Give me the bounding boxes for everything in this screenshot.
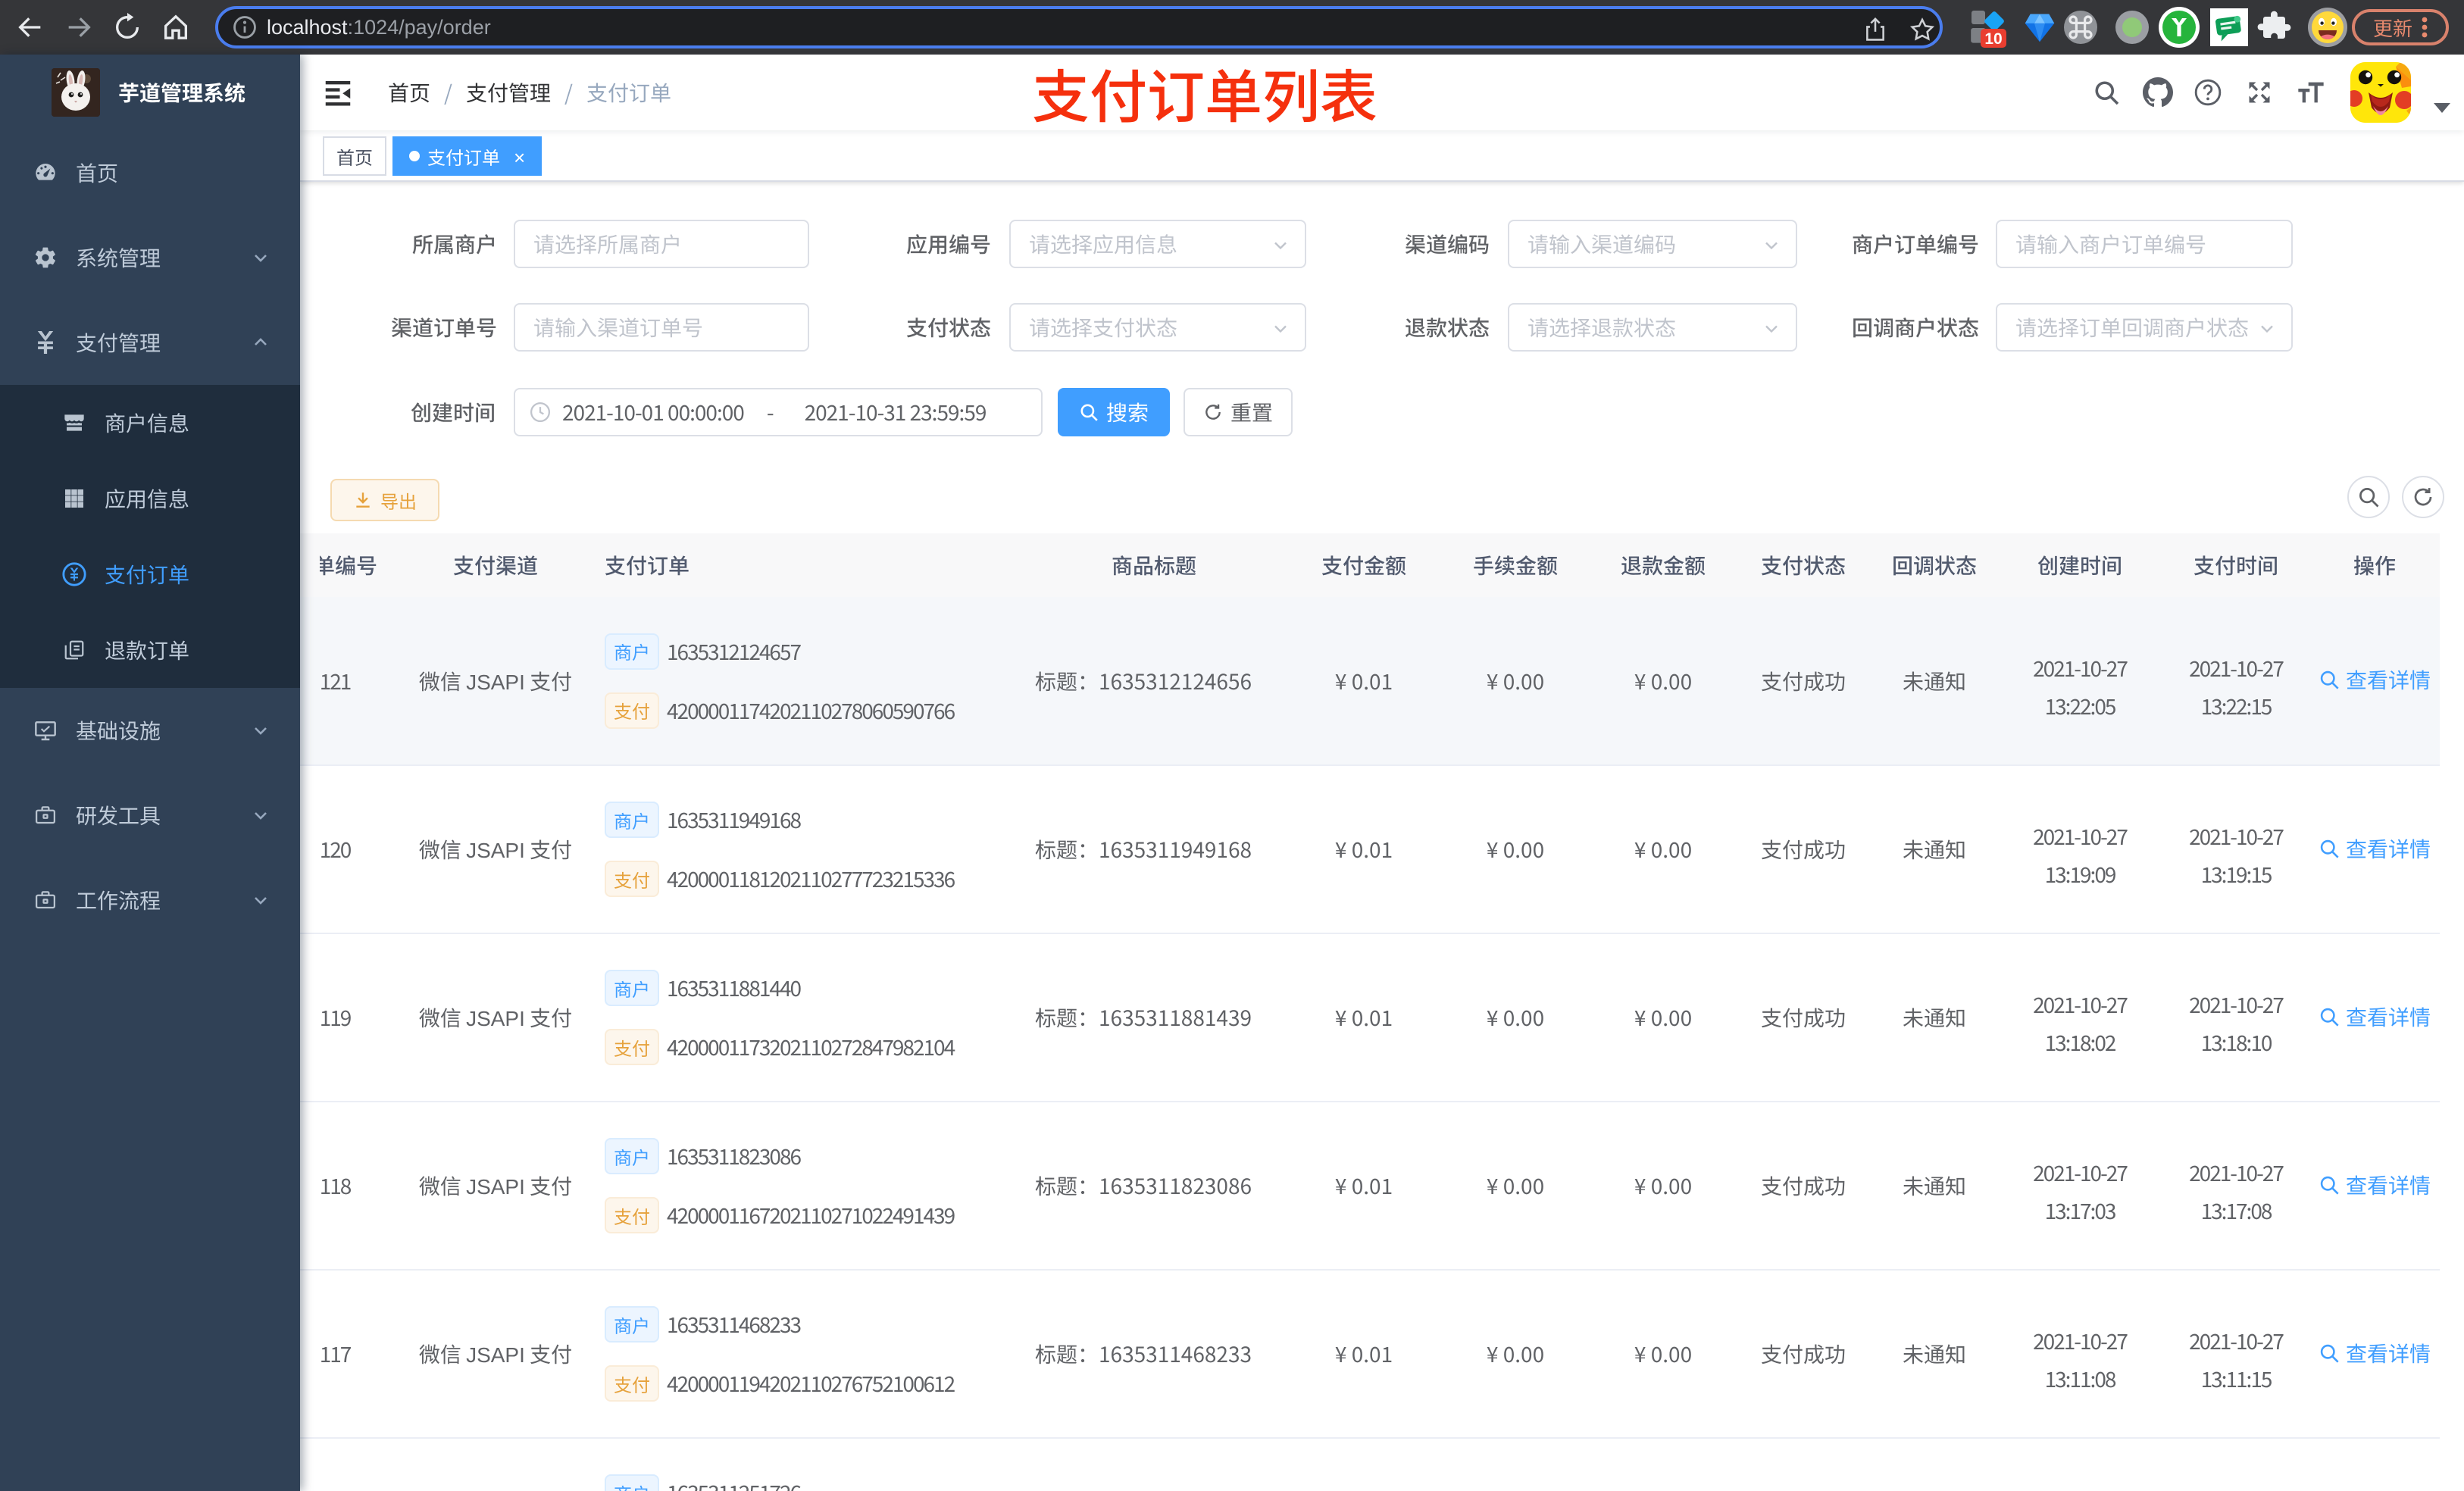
svg-text:10: 10 [1984, 30, 2002, 48]
